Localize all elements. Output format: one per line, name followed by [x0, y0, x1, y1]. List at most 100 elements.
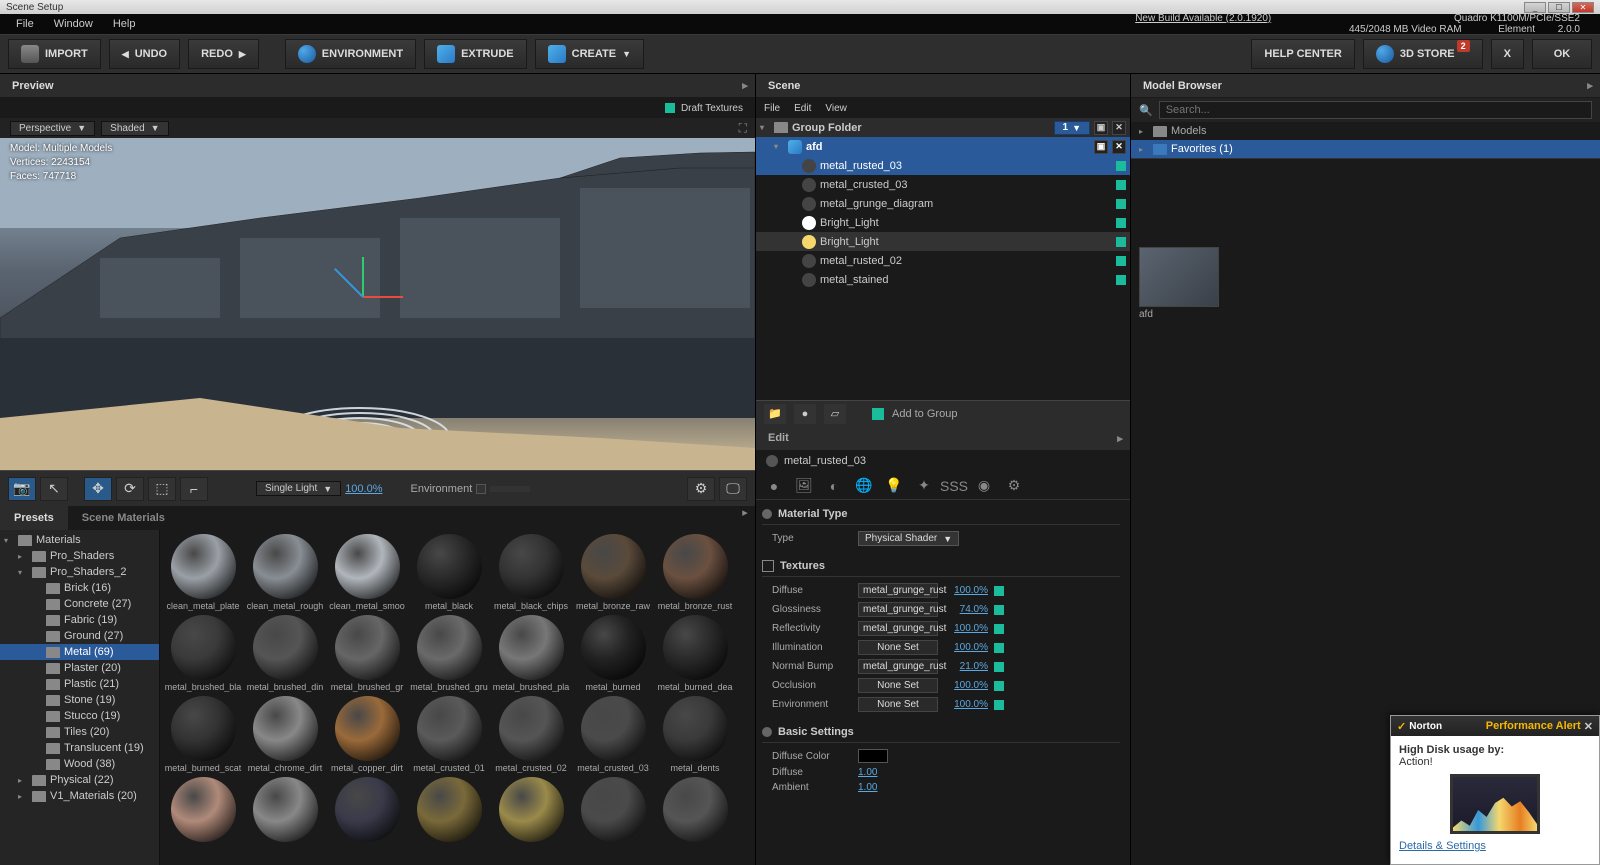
- texture-checkbox[interactable]: [994, 662, 1004, 672]
- material-preset[interactable]: metal_black_chips: [492, 534, 570, 611]
- tree-item[interactable]: Plaster (20): [0, 660, 159, 676]
- tree-item[interactable]: ▸V1_Materials (20): [0, 788, 159, 804]
- ambient-value[interactable]: 1.00: [858, 782, 877, 793]
- texture-value[interactable]: metal_grunge_rust: [858, 602, 938, 617]
- tree-item[interactable]: Concrete (27): [0, 596, 159, 612]
- scene-menu-edit[interactable]: Edit: [794, 103, 811, 114]
- texture-value[interactable]: None Set: [858, 640, 938, 655]
- redo-button[interactable]: REDO▶: [188, 39, 259, 69]
- tree-item[interactable]: Translucent (19): [0, 740, 159, 756]
- group-folder-row[interactable]: ▾ Group Folder 1▼ ▣ ✕: [756, 118, 1130, 137]
- globe-icon[interactable]: 🌐: [854, 476, 874, 496]
- tree-item[interactable]: Stone (19): [0, 692, 159, 708]
- tree-item[interactable]: Stucco (19): [0, 708, 159, 724]
- scene-item[interactable]: Bright_Light: [756, 232, 1130, 251]
- scene-menu-view[interactable]: View: [825, 103, 847, 114]
- monitor-icon[interactable]: 🖵: [719, 477, 747, 501]
- texture-percent[interactable]: 100.0%: [944, 642, 988, 653]
- tree-item[interactable]: ▾Pro_Shaders_2: [0, 564, 159, 580]
- 3d-viewport[interactable]: Model: Multiple Models Vertices: 2243154…: [0, 138, 755, 470]
- help-center-button[interactable]: HELP CENTER: [1251, 39, 1354, 69]
- texture-value[interactable]: None Set: [858, 697, 938, 712]
- select-tool[interactable]: ↖: [40, 477, 68, 501]
- visibility-toggle[interactable]: [1116, 237, 1126, 247]
- material-preset[interactable]: [574, 777, 652, 844]
- environment-checkbox[interactable]: [476, 484, 486, 494]
- 3d-store-button[interactable]: 3D STORE2: [1363, 39, 1483, 69]
- delete-button[interactable]: ✕: [1112, 140, 1126, 154]
- tree-item[interactable]: ▾Materials: [0, 532, 159, 548]
- expand-icon[interactable]: ▸: [735, 79, 755, 92]
- texture-value[interactable]: metal_grunge_rust: [858, 659, 938, 674]
- tab-presets[interactable]: Presets: [0, 506, 68, 530]
- material-preset[interactable]: [410, 777, 488, 844]
- move-tool[interactable]: ✥: [84, 477, 112, 501]
- visibility-toggle[interactable]: [1116, 180, 1126, 190]
- visibility-toggle[interactable]: [1116, 218, 1126, 228]
- material-preset[interactable]: metal_burned_dea: [656, 615, 734, 692]
- diffuse-color-swatch[interactable]: [858, 749, 888, 763]
- texture-checkbox[interactable]: [994, 605, 1004, 615]
- visibility-toggle[interactable]: ▣: [1094, 140, 1108, 154]
- material-preset[interactable]: [246, 777, 324, 844]
- material-preset[interactable]: metal_crusted_01: [410, 696, 488, 773]
- visibility-toggle[interactable]: [1116, 256, 1126, 266]
- texture-checkbox[interactable]: [994, 681, 1004, 691]
- scene-item[interactable]: metal_grunge_diagram: [756, 194, 1130, 213]
- material-preset[interactable]: metal_bronze_raw: [574, 534, 652, 611]
- material-preset[interactable]: metal_brushed_gr: [328, 615, 406, 692]
- material-preset[interactable]: metal_black: [410, 534, 488, 611]
- texture-percent[interactable]: 100.0%: [944, 699, 988, 710]
- material-preset[interactable]: metal_brushed_gru: [410, 615, 488, 692]
- tree-item[interactable]: Fabric (19): [0, 612, 159, 628]
- menu-help[interactable]: Help: [103, 15, 146, 33]
- material-preset[interactable]: [328, 777, 406, 844]
- scene-menu-file[interactable]: File: [764, 103, 780, 114]
- new-build-link[interactable]: New Build Available (2.0.1920): [1125, 10, 1281, 27]
- gear-icon[interactable]: ⚙: [1004, 476, 1024, 496]
- gear-icon[interactable]: ⚙: [687, 477, 715, 501]
- perspective-select[interactable]: Perspective▼: [10, 121, 95, 136]
- material-preset[interactable]: metal_brushed_bla: [164, 615, 242, 692]
- material-preset[interactable]: [164, 777, 242, 844]
- texture-percent[interactable]: 100.0%: [944, 680, 988, 691]
- add-plane-button[interactable]: ▱: [824, 404, 846, 424]
- import-button[interactable]: IMPORT: [8, 39, 101, 69]
- visibility-toggle[interactable]: [1116, 275, 1126, 285]
- expand-icon[interactable]: ▸: [735, 506, 755, 530]
- undo-button[interactable]: ◀UNDO: [109, 39, 180, 69]
- material-preset[interactable]: metal_copper_dirt: [328, 696, 406, 773]
- scene-item[interactable]: metal_rusted_03: [756, 156, 1130, 175]
- camera-tool[interactable]: 📷: [8, 477, 36, 501]
- material-preset[interactable]: metal_brushed_din: [246, 615, 324, 692]
- group-row[interactable]: ▾ afd ▣ ✕: [756, 137, 1130, 156]
- material-preset[interactable]: metal_crusted_02: [492, 696, 570, 773]
- texture-checkbox[interactable]: [994, 586, 1004, 596]
- fullscreen-icon[interactable]: ⛶: [739, 121, 747, 136]
- tree-item[interactable]: Tiles (20): [0, 724, 159, 740]
- sss-icon[interactable]: SSS: [944, 476, 964, 496]
- tree-item[interactable]: Brick (16): [0, 580, 159, 596]
- material-preset[interactable]: metal_brushed_pla: [492, 615, 570, 692]
- material-preset[interactable]: [492, 777, 570, 844]
- material-preset[interactable]: clean_metal_rough: [246, 534, 324, 611]
- tree-item[interactable]: Ground (27): [0, 628, 159, 644]
- add-to-group-checkbox[interactable]: [872, 408, 884, 420]
- image-icon[interactable]: 🖼: [794, 476, 814, 496]
- fog-icon[interactable]: ◉: [974, 476, 994, 496]
- material-preset[interactable]: clean_metal_plate: [164, 534, 242, 611]
- scale-tool[interactable]: ⬚: [148, 477, 176, 501]
- tree-item[interactable]: ▸Physical (22): [0, 772, 159, 788]
- shaded-select[interactable]: Shaded▼: [101, 121, 168, 136]
- type-select[interactable]: Physical Shader▼: [858, 531, 959, 546]
- visibility-toggle[interactable]: [1116, 161, 1126, 171]
- expand-icon[interactable]: ▸: [1110, 432, 1130, 445]
- texture-checkbox[interactable]: [994, 700, 1004, 710]
- ok-button[interactable]: OK: [1532, 39, 1592, 69]
- draft-textures-checkbox[interactable]: [665, 103, 675, 113]
- material-preset[interactable]: metal_chrome_dirt: [246, 696, 324, 773]
- search-input[interactable]: [1159, 101, 1592, 119]
- visibility-toggle[interactable]: ▣: [1094, 121, 1108, 135]
- texture-value[interactable]: metal_grunge_rust: [858, 621, 938, 636]
- models-row[interactable]: ▸Models: [1131, 122, 1600, 140]
